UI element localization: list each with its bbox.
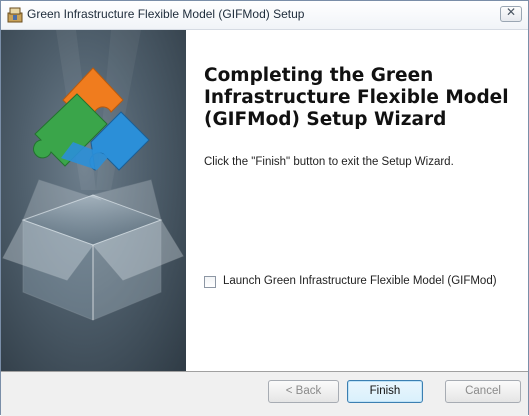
instruction-text: Click the "Finish" button to exit the Se… xyxy=(204,156,454,168)
puzzle-icon xyxy=(33,67,150,171)
launch-checkbox-label[interactable]: Launch Green Infrastructure Flexible Mod… xyxy=(223,275,497,287)
window-title: Green Infrastructure Flexible Model (GIF… xyxy=(27,7,305,21)
setup-window: Green Infrastructure Flexible Model (GIF… xyxy=(0,0,529,416)
back-button[interactable]: < Back xyxy=(268,380,339,403)
cancel-button[interactable]: Cancel xyxy=(445,380,521,403)
close-icon: ✕ xyxy=(505,5,517,19)
title-bar[interactable]: Green Infrastructure Flexible Model (GIF… xyxy=(1,1,528,30)
page-title: Completing the Green Infrastructure Flex… xyxy=(204,65,509,130)
wizard-banner-image xyxy=(1,30,186,371)
finish-button[interactable]: Finish xyxy=(347,380,423,403)
button-bar: < Back Finish Cancel xyxy=(1,371,528,416)
box-graphic xyxy=(2,179,184,321)
wizard-content: Completing the Green Infrastructure Flex… xyxy=(186,30,528,371)
launch-checkbox[interactable] xyxy=(204,276,216,288)
installer-icon xyxy=(7,7,23,23)
close-button[interactable]: ✕ xyxy=(500,5,522,22)
